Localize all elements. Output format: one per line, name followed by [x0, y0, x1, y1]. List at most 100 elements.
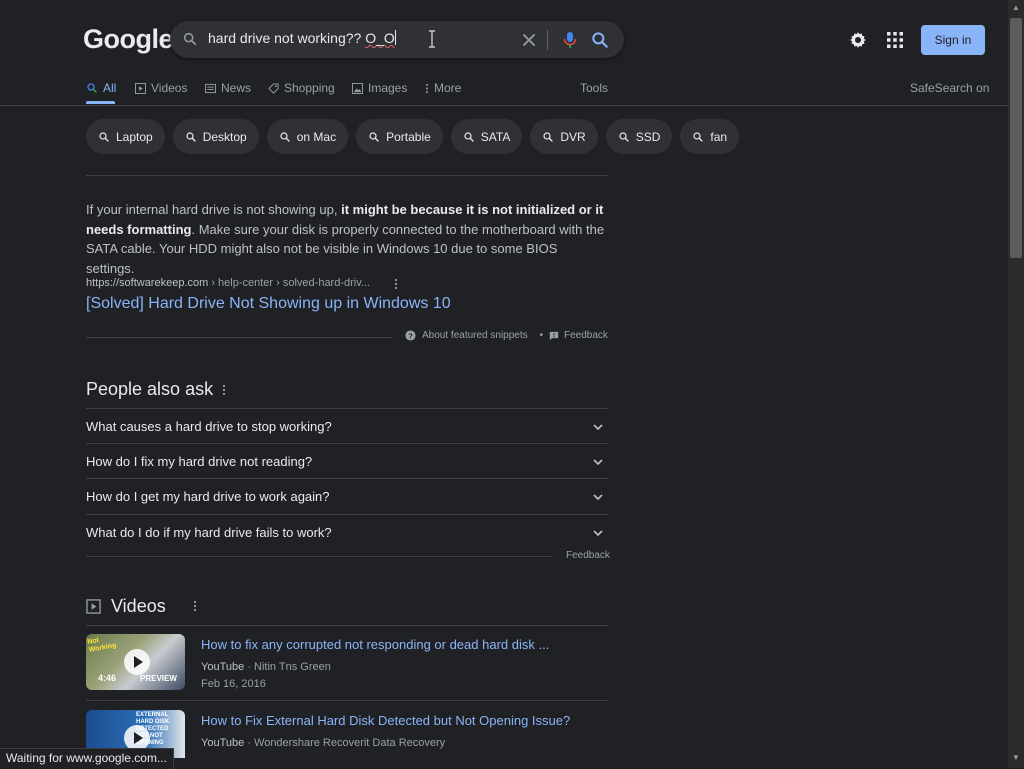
tab-label: More [434, 81, 462, 95]
tab-label: All [103, 81, 117, 95]
search-icon [693, 131, 704, 142]
video-title-link[interactable]: How to fix any corrupted not responding … [201, 637, 549, 652]
paa-feedback[interactable]: Feedback [566, 550, 610, 561]
chip-dvr[interactable]: DVR [530, 119, 598, 154]
paa-question[interactable]: How do I fix my hard drive not reading? [86, 443, 608, 479]
logo-letter: l [151, 24, 160, 54]
videos-title: Videos [111, 596, 166, 616]
video-thumbnail[interactable]: Not Working 4:46 PREVIEW [86, 634, 185, 690]
video-title-link[interactable]: How to Fix External Hard Disk Detected b… [201, 713, 570, 728]
search-input[interactable]: hard drive not working?? O_O [208, 30, 396, 46]
search-icon [280, 131, 290, 142]
search-box[interactable]: hard drive not working?? O_O [170, 21, 624, 58]
search-icon [87, 83, 97, 93]
chip-label: Portable [386, 129, 431, 144]
chip-sata[interactable]: SATA [450, 119, 523, 154]
sign-in-button[interactable]: Sign in [921, 25, 985, 55]
tab-label: News [221, 81, 252, 95]
video-duration: 4:46 [98, 673, 117, 683]
ibeam-cursor-icon [429, 30, 435, 48]
cite-domain: https://softwarekeep.com [86, 277, 209, 289]
more-options-icon[interactable] [193, 600, 197, 612]
settings-gear-icon[interactable] [848, 30, 868, 50]
tab-shopping[interactable]: Shopping [268, 81, 335, 95]
search-icon [369, 131, 379, 142]
search-icon [543, 131, 554, 142]
search-divider [547, 30, 548, 50]
meta-separator: · [244, 661, 255, 673]
cite-path: › help-center › solved-hard-driv... [208, 277, 371, 289]
tab-news[interactable]: News [205, 81, 251, 95]
chevron-down-icon [593, 493, 603, 500]
refinement-chips: Laptop Desktop on Mac Portable SATA DVR … [86, 119, 740, 154]
apps-grid-icon[interactable] [886, 31, 904, 49]
tab-images[interactable]: Images [352, 81, 407, 95]
scroll-down-arrow-icon[interactable]: ▼ [1010, 753, 1022, 765]
more-options-icon[interactable] [222, 384, 226, 396]
video-icon [86, 599, 101, 614]
search-submit-icon[interactable] [590, 30, 610, 50]
safesearch-toggle[interactable]: SafeSearch on [910, 81, 989, 95]
chip-label: SSD [635, 129, 661, 144]
chevron-down-icon [593, 529, 603, 536]
divider [86, 556, 553, 557]
more-options-icon[interactable] [394, 278, 398, 290]
video-channel: Wondershare Recoverit Data Recovery [254, 737, 446, 749]
video-source: YouTube · Wondershare Recoverit Data Rec… [201, 737, 445, 749]
feedback-label: Feedback [564, 330, 608, 341]
more-vert-icon [425, 83, 429, 93]
search-icon [186, 131, 196, 142]
video-source: YouTube · Nitin Tns Green [201, 661, 331, 673]
meta-separator: · [244, 737, 255, 749]
chip-portable[interactable]: Portable [356, 119, 443, 154]
chip-ssd[interactable]: SSD [605, 119, 673, 154]
preview-label: PREVIEW [140, 674, 177, 683]
chip-fan[interactable]: fan [680, 119, 740, 154]
paa-question[interactable]: What causes a hard drive to stop working… [86, 408, 608, 444]
snippet-text: If your internal hard drive is not showi… [86, 202, 342, 217]
tab-label: Videos [151, 81, 188, 95]
tools-button[interactable]: Tools [580, 81, 608, 95]
logo-letter: o [103, 24, 121, 54]
video-platform: YouTube [201, 737, 245, 749]
chip-label: fan [710, 129, 728, 144]
tab-label: Shopping [284, 81, 335, 95]
video-platform: YouTube [201, 661, 245, 673]
snippet-feedback[interactable]: Feedback [549, 330, 608, 341]
paa-question-text: How do I fix my hard drive not reading? [86, 454, 313, 469]
people-also-ask-title: People also ask [86, 379, 214, 399]
separator-dot: • [539, 330, 544, 341]
video-result[interactable]: EXTERNAL HARD DISK DETECTED BUT NOT OPEN… [86, 700, 608, 758]
scroll-up-arrow-icon[interactable]: ▲ [1010, 3, 1022, 15]
chip-on-mac[interactable]: on Mac [266, 119, 349, 154]
help-icon: ? [405, 330, 416, 341]
divider [86, 337, 392, 338]
microphone-icon[interactable] [560, 30, 580, 50]
tab-videos[interactable]: Videos [135, 81, 187, 95]
video-channel: Nitin Tns Green [254, 661, 331, 673]
google-logo[interactable]: Google [83, 24, 174, 55]
video-date: Feb 16, 2016 [201, 678, 266, 690]
featured-result-link[interactable]: [Solved] Hard Drive Not Showing up in Wi… [86, 295, 451, 313]
clear-icon[interactable] [520, 31, 538, 49]
search-icon [464, 131, 474, 142]
video-result[interactable]: Not Working 4:46 PREVIEW How to fix any … [86, 625, 608, 701]
paa-question[interactable]: How do I get my hard drive to work again… [86, 478, 608, 514]
chevron-down-icon [593, 458, 603, 465]
tab-more[interactable]: More [425, 81, 461, 95]
chip-laptop[interactable]: Laptop [86, 119, 165, 154]
tab-all[interactable]: All [86, 81, 116, 95]
browser-status-bar: Waiting for www.google.com... [0, 748, 174, 769]
about-featured-snippets[interactable]: ? About featured snippets • [405, 330, 543, 341]
play-icon [124, 649, 150, 675]
chip-label: DVR [560, 129, 586, 144]
paa-question-text: How do I get my hard drive to work again… [86, 489, 330, 504]
image-icon [352, 82, 363, 94]
search-icon [99, 131, 109, 142]
paa-question[interactable]: What do I do if my hard drive fails to w… [86, 514, 608, 550]
scrollbar-thumb[interactable] [1010, 18, 1022, 258]
search-icon [619, 131, 629, 142]
featured-snippet-text: If your internal hard drive is not showi… [86, 200, 608, 278]
chip-desktop[interactable]: Desktop [172, 119, 259, 154]
svg-text:?: ? [408, 331, 413, 340]
